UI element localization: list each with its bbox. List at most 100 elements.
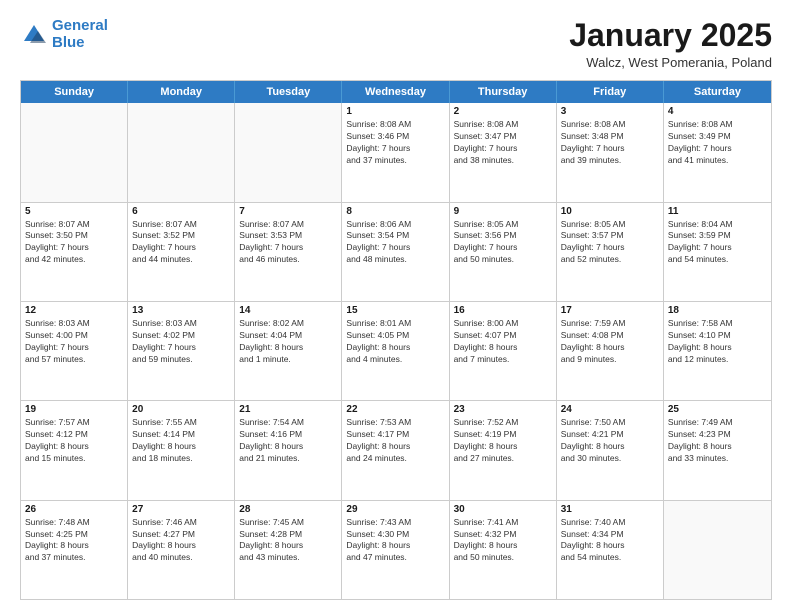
day-number: 23 <box>454 404 552 415</box>
day-number: 9 <box>454 206 552 217</box>
day-cell: 1Sunrise: 8:08 AM Sunset: 3:46 PM Daylig… <box>342 103 449 201</box>
day-info: Sunrise: 8:05 AM Sunset: 3:56 PM Dayligh… <box>454 219 552 267</box>
day-cell: 26Sunrise: 7:48 AM Sunset: 4:25 PM Dayli… <box>21 501 128 599</box>
day-header-friday: Friday <box>557 81 664 103</box>
day-cell: 31 Sunrise: 7:40 AM Sunset: 4:34 PM Dayli… <box>557 501 664 599</box>
day-number: 26 <box>25 504 123 515</box>
day-number: 22 <box>346 404 444 415</box>
day-number: 8 <box>346 206 444 217</box>
day-info: Sunrise: 8:08 AM Sunset: 3:47 PM Dayligh… <box>454 119 552 167</box>
week-row-4: 19 Sunrise: 7:57 AM Sunset: 4:12 PM Dayli… <box>21 400 771 499</box>
day-cell: 11 Sunrise: 8:04 AM Sunset: 3:59 PM Dayli… <box>664 203 771 301</box>
logo: General Blue <box>20 18 108 51</box>
day-number: 16 <box>454 305 552 316</box>
day-cell: 14Sunrise: 8:02 AM Sunset: 4:04 PM Dayli… <box>235 302 342 400</box>
day-number: 21 <box>239 404 337 415</box>
day-number: 31 <box>561 504 659 515</box>
day-cell: 24 Sunrise: 7:50 AM Sunset: 4:21 PM Dayli… <box>557 401 664 499</box>
day-cell: 15 Sunrise: 8:01 AM Sunset: 4:05 PM Dayli… <box>342 302 449 400</box>
day-info: Sunrise: 7:40 AM Sunset: 4:34 PM Dayligh… <box>561 517 659 565</box>
week-row-2: 5Sunrise: 8:07 AM Sunset: 3:50 PM Daylig… <box>21 202 771 301</box>
day-header-wednesday: Wednesday <box>342 81 449 103</box>
day-info: Sunrise: 8:07 AM Sunset: 3:52 PM Dayligh… <box>132 219 230 267</box>
day-cell <box>235 103 342 201</box>
day-info: Sunrise: 8:02 AM Sunset: 4:04 PM Dayligh… <box>239 318 337 366</box>
calendar: SundayMondayTuesdayWednesdayThursdayFrid… <box>20 80 772 600</box>
day-cell: 6 Sunrise: 8:07 AM Sunset: 3:52 PM Daylig… <box>128 203 235 301</box>
day-info: Sunrise: 8:03 AM Sunset: 4:00 PM Dayligh… <box>25 318 123 366</box>
day-number: 30 <box>454 504 552 515</box>
day-info: Sunrise: 7:59 AM Sunset: 4:08 PM Dayligh… <box>561 318 659 366</box>
day-number: 10 <box>561 206 659 217</box>
day-cell <box>664 501 771 599</box>
day-cell: 5Sunrise: 8:07 AM Sunset: 3:50 PM Daylig… <box>21 203 128 301</box>
day-info: Sunrise: 7:43 AM Sunset: 4:30 PM Dayligh… <box>346 517 444 565</box>
day-info: Sunrise: 8:01 AM Sunset: 4:05 PM Dayligh… <box>346 318 444 366</box>
day-info: Sunrise: 8:07 AM Sunset: 3:53 PM Dayligh… <box>239 219 337 267</box>
day-number: 7 <box>239 206 337 217</box>
day-info: Sunrise: 8:04 AM Sunset: 3:59 PM Dayligh… <box>668 219 767 267</box>
week-row-5: 26Sunrise: 7:48 AM Sunset: 4:25 PM Dayli… <box>21 500 771 599</box>
day-info: Sunrise: 8:06 AM Sunset: 3:54 PM Dayligh… <box>346 219 444 267</box>
day-number: 13 <box>132 305 230 316</box>
title-block: January 2025 Walcz, West Pomerania, Pola… <box>569 18 772 70</box>
day-cell: 25 Sunrise: 7:49 AM Sunset: 4:23 PM Dayli… <box>664 401 771 499</box>
day-number: 11 <box>668 206 767 217</box>
day-info: Sunrise: 7:53 AM Sunset: 4:17 PM Dayligh… <box>346 417 444 465</box>
location: Walcz, West Pomerania, Poland <box>569 55 772 70</box>
day-number: 28 <box>239 504 337 515</box>
day-cell: 9 Sunrise: 8:05 AM Sunset: 3:56 PM Daylig… <box>450 203 557 301</box>
day-info: Sunrise: 7:54 AM Sunset: 4:16 PM Dayligh… <box>239 417 337 465</box>
day-info: Sunrise: 8:08 AM Sunset: 3:48 PM Dayligh… <box>561 119 659 167</box>
day-cell <box>21 103 128 201</box>
month-year: January 2025 <box>569 18 772 53</box>
day-cell: 30Sunrise: 7:41 AM Sunset: 4:32 PM Dayli… <box>450 501 557 599</box>
day-number: 6 <box>132 206 230 217</box>
day-cell: 29 Sunrise: 7:43 AM Sunset: 4:30 PM Dayli… <box>342 501 449 599</box>
day-info: Sunrise: 8:07 AM Sunset: 3:50 PM Dayligh… <box>25 219 123 267</box>
day-cell: 7 Sunrise: 8:07 AM Sunset: 3:53 PM Daylig… <box>235 203 342 301</box>
day-number: 17 <box>561 305 659 316</box>
day-cell: 10 Sunrise: 8:05 AM Sunset: 3:57 PM Dayli… <box>557 203 664 301</box>
day-number: 20 <box>132 404 230 415</box>
day-cell: 12Sunrise: 8:03 AM Sunset: 4:00 PM Dayli… <box>21 302 128 400</box>
week-row-1: 1Sunrise: 8:08 AM Sunset: 3:46 PM Daylig… <box>21 103 771 201</box>
logo-line1: General <box>52 17 108 34</box>
day-info: Sunrise: 8:05 AM Sunset: 3:57 PM Dayligh… <box>561 219 659 267</box>
weeks: 1Sunrise: 8:08 AM Sunset: 3:46 PM Daylig… <box>21 103 771 599</box>
logo-line2: Blue <box>52 34 85 51</box>
day-cell: 4Sunrise: 8:08 AM Sunset: 3:49 PM Daylig… <box>664 103 771 201</box>
day-cell: 8 Sunrise: 8:06 AM Sunset: 3:54 PM Daylig… <box>342 203 449 301</box>
day-cell: 20Sunrise: 7:55 AM Sunset: 4:14 PM Dayli… <box>128 401 235 499</box>
day-number: 19 <box>25 404 123 415</box>
day-cell: 28 Sunrise: 7:45 AM Sunset: 4:28 PM Dayli… <box>235 501 342 599</box>
logo-text: General Blue <box>52 18 108 51</box>
day-number: 15 <box>346 305 444 316</box>
day-info: Sunrise: 7:45 AM Sunset: 4:28 PM Dayligh… <box>239 517 337 565</box>
day-cell: 17 Sunrise: 7:59 AM Sunset: 4:08 PM Dayli… <box>557 302 664 400</box>
day-cell <box>128 103 235 201</box>
day-cell: 27Sunrise: 7:46 AM Sunset: 4:27 PM Dayli… <box>128 501 235 599</box>
day-info: Sunrise: 7:49 AM Sunset: 4:23 PM Dayligh… <box>668 417 767 465</box>
day-info: Sunrise: 7:46 AM Sunset: 4:27 PM Dayligh… <box>132 517 230 565</box>
day-cell: 13Sunrise: 8:03 AM Sunset: 4:02 PM Dayli… <box>128 302 235 400</box>
day-number: 18 <box>668 305 767 316</box>
day-cell: 23 Sunrise: 7:52 AM Sunset: 4:19 PM Dayli… <box>450 401 557 499</box>
day-number: 24 <box>561 404 659 415</box>
day-number: 29 <box>346 504 444 515</box>
day-info: Sunrise: 7:57 AM Sunset: 4:12 PM Dayligh… <box>25 417 123 465</box>
day-cell: 19 Sunrise: 7:57 AM Sunset: 4:12 PM Dayli… <box>21 401 128 499</box>
day-cell: 3Sunrise: 8:08 AM Sunset: 3:48 PM Daylig… <box>557 103 664 201</box>
day-cell: 2 Sunrise: 8:08 AM Sunset: 3:47 PM Daylig… <box>450 103 557 201</box>
logo-icon <box>20 21 48 49</box>
day-headers: SundayMondayTuesdayWednesdayThursdayFrid… <box>21 81 771 103</box>
day-header-saturday: Saturday <box>664 81 771 103</box>
day-info: Sunrise: 7:52 AM Sunset: 4:19 PM Dayligh… <box>454 417 552 465</box>
day-number: 25 <box>668 404 767 415</box>
day-cell: 22 Sunrise: 7:53 AM Sunset: 4:17 PM Dayli… <box>342 401 449 499</box>
day-number: 2 <box>454 106 552 117</box>
day-info: Sunrise: 7:50 AM Sunset: 4:21 PM Dayligh… <box>561 417 659 465</box>
day-cell: 18Sunrise: 7:58 AM Sunset: 4:10 PM Dayli… <box>664 302 771 400</box>
day-cell: 21 Sunrise: 7:54 AM Sunset: 4:16 PM Dayli… <box>235 401 342 499</box>
page: General Blue January 2025 Walcz, West Po… <box>0 0 792 612</box>
